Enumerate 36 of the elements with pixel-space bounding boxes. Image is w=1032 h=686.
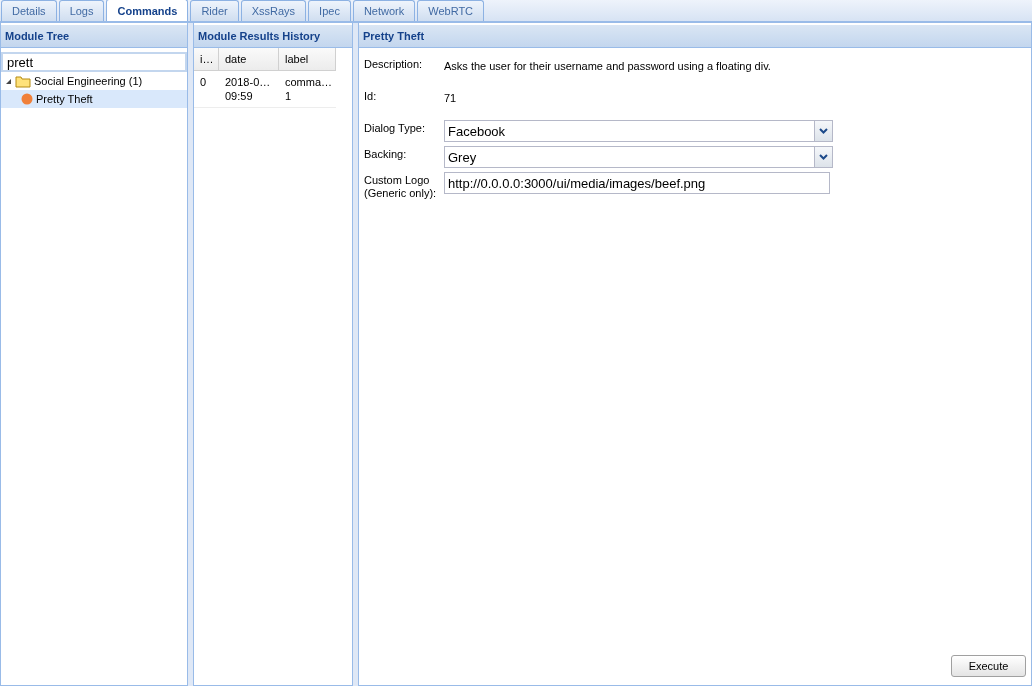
module-status-icon — [21, 93, 33, 105]
expand-arrow-icon[interactable] — [5, 77, 12, 85]
field-label: Id: — [364, 89, 378, 103]
field-label: Backing: — [364, 147, 408, 161]
panel-title: Module Results History — [194, 25, 352, 48]
field-label: Description: — [364, 57, 424, 71]
tree-item[interactable]: Pretty Theft — [1, 90, 187, 108]
table-cell: 2018-0… 09:59 — [219, 71, 279, 108]
tab[interactable]: Ipec — [308, 0, 351, 21]
table-cell: comma… 1 — [279, 71, 336, 108]
panel-title: Pretty Theft — [359, 25, 1031, 48]
search-field[interactable]: prett — [1, 52, 187, 72]
chevron-down-icon[interactable] — [814, 147, 832, 167]
tab[interactable]: Details — [1, 0, 57, 21]
tab[interactable]: Network — [352, 0, 416, 21]
chevron-down-icon[interactable] — [814, 121, 832, 141]
execute-button[interactable]: Execute — [951, 655, 1026, 677]
dropdown-field[interactable]: Facebook — [444, 120, 833, 142]
field-label: Custom Logo (Generic only): — [364, 173, 438, 200]
column-header[interactable]: i… — [194, 48, 219, 71]
tab[interactable]: Rider — [190, 0, 239, 21]
tab[interactable]: Logs — [58, 0, 105, 21]
tree-item[interactable]: Social Engineering (1) — [1, 72, 187, 90]
field-label: Dialog Type: — [364, 121, 426, 135]
field-value: 71 — [444, 91, 457, 104]
column-header[interactable]: label — [279, 48, 336, 71]
table-cell: 0 — [194, 71, 219, 108]
input-field[interactable]: http://0.0.0.0:3000/ui/media/images/beef.png — [444, 172, 830, 194]
column-header[interactable]: date — [219, 48, 279, 71]
panel-title: Module Tree — [1, 25, 187, 48]
dropdown-field[interactable]: Grey — [444, 146, 833, 168]
field-value: Asks the user for their username and password using a floating div. — [444, 59, 771, 72]
folder-icon — [15, 74, 31, 88]
tab[interactable]: WebRTC — [417, 0, 485, 21]
tab[interactable]: XssRays — [240, 0, 307, 21]
tab[interactable]: Commands — [106, 0, 189, 21]
